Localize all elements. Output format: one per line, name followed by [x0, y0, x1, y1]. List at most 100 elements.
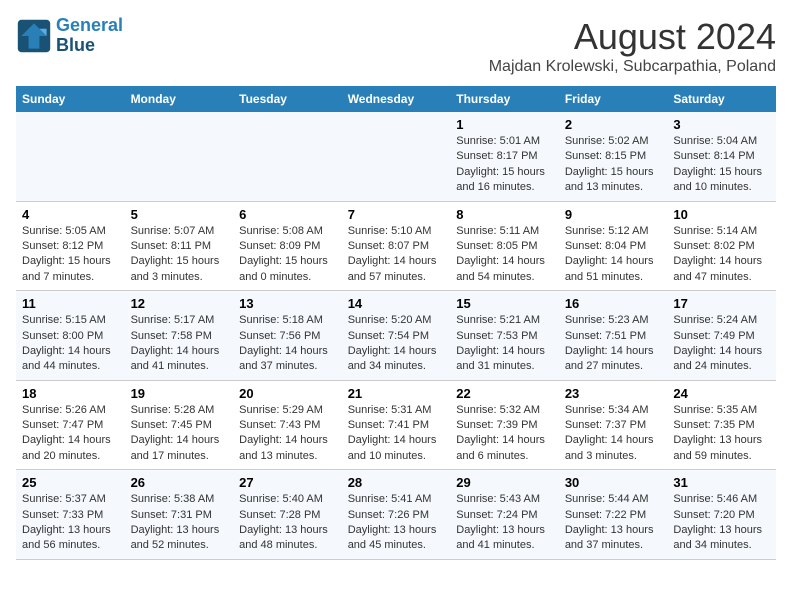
day-number: 25: [22, 475, 119, 490]
day-info: Sunrise: 5:05 AMSunset: 8:12 PMDaylight:…: [22, 224, 119, 286]
page-header: General Blue August 2024 Majdan Krolewsk…: [16, 16, 776, 76]
day-cell: [16, 112, 125, 201]
day-number: 17: [673, 296, 770, 311]
day-cell: 17 Sunrise: 5:24 AMSunset: 7:49 PMDayligh…: [667, 291, 776, 381]
day-cell: 1 Sunrise: 5:01 AMSunset: 8:17 PMDaylight…: [450, 112, 559, 201]
week-row-4: 18 Sunrise: 5:26 AMSunset: 7:47 PMDayligh…: [16, 380, 776, 470]
day-cell: 18 Sunrise: 5:26 AMSunset: 7:47 PMDayligh…: [16, 380, 125, 470]
day-number: 14: [348, 296, 445, 311]
day-cell: 10 Sunrise: 5:14 AMSunset: 8:02 PMDayligh…: [667, 201, 776, 291]
week-row-1: 1 Sunrise: 5:01 AMSunset: 8:17 PMDaylight…: [16, 112, 776, 201]
title-section: August 2024 Majdan Krolewski, Subcarpath…: [489, 16, 776, 76]
day-cell: 11 Sunrise: 5:15 AMSunset: 8:00 PMDayligh…: [16, 291, 125, 381]
day-number: 6: [239, 207, 336, 222]
logo-text: General Blue: [56, 16, 123, 56]
day-number: 4: [22, 207, 119, 222]
header-cell-sunday: Sunday: [16, 86, 125, 112]
day-info: Sunrise: 5:02 AMSunset: 8:15 PMDaylight:…: [565, 134, 662, 196]
day-number: 30: [565, 475, 662, 490]
day-info: Sunrise: 5:34 AMSunset: 7:37 PMDaylight:…: [565, 403, 662, 465]
day-info: Sunrise: 5:15 AMSunset: 8:00 PMDaylight:…: [22, 313, 119, 375]
day-info: Sunrise: 5:18 AMSunset: 7:56 PMDaylight:…: [239, 313, 336, 375]
location-subtitle: Majdan Krolewski, Subcarpathia, Poland: [489, 58, 776, 76]
day-cell: 30Sunrise: 5:44 AMSunset: 7:22 PMDayligh…: [559, 470, 668, 560]
day-info: Sunrise: 5:07 AMSunset: 8:11 PMDaylight:…: [131, 224, 228, 286]
day-number: 5: [131, 207, 228, 222]
day-cell: 14 Sunrise: 5:20 AMSunset: 7:54 PMDayligh…: [342, 291, 451, 381]
day-info: Sunrise: 5:24 AMSunset: 7:49 PMDaylight:…: [673, 313, 770, 375]
day-cell: 27Sunrise: 5:40 AMSunset: 7:28 PMDayligh…: [233, 470, 342, 560]
day-number: 24: [673, 386, 770, 401]
day-cell: 25 Sunrise: 5:37 AMSunset: 7:33 PMDayligh…: [16, 470, 125, 560]
day-info: Sunrise: 5:46 AMSunset: 7:20 PMDaylight:…: [673, 492, 770, 554]
day-number: 3: [673, 117, 770, 132]
day-cell: 31 Sunrise: 5:46 AMSunset: 7:20 PMDayligh…: [667, 470, 776, 560]
day-number: 18: [22, 386, 119, 401]
day-number: 1: [456, 117, 553, 132]
day-info: Sunrise: 5:12 AMSunset: 8:04 PMDaylight:…: [565, 224, 662, 286]
day-cell: 26Sunrise: 5:38 AMSunset: 7:31 PMDayligh…: [125, 470, 234, 560]
day-info: Sunrise: 5:37 AMSunset: 7:33 PMDaylight:…: [22, 492, 119, 554]
day-info: Sunrise: 5:01 AMSunset: 8:17 PMDaylight:…: [456, 134, 553, 196]
calendar-table: SundayMondayTuesdayWednesdayThursdayFrid…: [16, 86, 776, 560]
day-cell: 4 Sunrise: 5:05 AMSunset: 8:12 PMDaylight…: [16, 201, 125, 291]
day-cell: 16 Sunrise: 5:23 AMSunset: 7:51 PMDayligh…: [559, 291, 668, 381]
day-cell: 3 Sunrise: 5:04 AMSunset: 8:14 PMDaylight…: [667, 112, 776, 201]
day-number: 8: [456, 207, 553, 222]
day-number: 22: [456, 386, 553, 401]
calendar-header: SundayMondayTuesdayWednesdayThursdayFrid…: [16, 86, 776, 112]
day-info: Sunrise: 5:20 AMSunset: 7:54 PMDaylight:…: [348, 313, 445, 375]
day-cell: 12 Sunrise: 5:17 AMSunset: 7:58 PMDayligh…: [125, 291, 234, 381]
day-cell: [233, 112, 342, 201]
day-number: 10: [673, 207, 770, 222]
day-info: Sunrise: 5:35 AMSunset: 7:35 PMDaylight:…: [673, 403, 770, 465]
day-number: 31: [673, 475, 770, 490]
day-cell: 22 Sunrise: 5:32 AMSunset: 7:39 PMDayligh…: [450, 380, 559, 470]
day-number: 2: [565, 117, 662, 132]
day-cell: 8 Sunrise: 5:11 AMSunset: 8:05 PMDaylight…: [450, 201, 559, 291]
header-cell-friday: Friday: [559, 86, 668, 112]
day-info: Sunrise: 5:04 AMSunset: 8:14 PMDaylight:…: [673, 134, 770, 196]
day-info: Sunrise: 5:10 AMSunset: 8:07 PMDaylight:…: [348, 224, 445, 286]
day-cell: 5 Sunrise: 5:07 AMSunset: 8:11 PMDaylight…: [125, 201, 234, 291]
day-cell: 23 Sunrise: 5:34 AMSunset: 7:37 PMDayligh…: [559, 380, 668, 470]
day-info: Sunrise: 5:23 AMSunset: 7:51 PMDaylight:…: [565, 313, 662, 375]
week-row-3: 11 Sunrise: 5:15 AMSunset: 8:00 PMDayligh…: [16, 291, 776, 381]
day-number: 27: [239, 475, 336, 490]
day-cell: [342, 112, 451, 201]
day-cell: 24 Sunrise: 5:35 AMSunset: 7:35 PMDayligh…: [667, 380, 776, 470]
day-cell: 21Sunrise: 5:31 AMSunset: 7:41 PMDayligh…: [342, 380, 451, 470]
day-info: Sunrise: 5:11 AMSunset: 8:05 PMDaylight:…: [456, 224, 553, 286]
day-cell: 19Sunrise: 5:28 AMSunset: 7:45 PMDayligh…: [125, 380, 234, 470]
day-info: Sunrise: 5:41 AMSunset: 7:26 PMDaylight:…: [348, 492, 445, 554]
day-number: 13: [239, 296, 336, 311]
calendar-body: 1 Sunrise: 5:01 AMSunset: 8:17 PMDaylight…: [16, 112, 776, 559]
day-cell: 9Sunrise: 5:12 AMSunset: 8:04 PMDaylight…: [559, 201, 668, 291]
day-info: Sunrise: 5:17 AMSunset: 7:58 PMDaylight:…: [131, 313, 228, 375]
day-number: 7: [348, 207, 445, 222]
day-number: 15: [456, 296, 553, 311]
day-info: Sunrise: 5:43 AMSunset: 7:24 PMDaylight:…: [456, 492, 553, 554]
header-cell-monday: Monday: [125, 86, 234, 112]
day-cell: 13 Sunrise: 5:18 AMSunset: 7:56 PMDayligh…: [233, 291, 342, 381]
logo: General Blue: [16, 16, 123, 56]
day-number: 12: [131, 296, 228, 311]
day-cell: 2 Sunrise: 5:02 AMSunset: 8:15 PMDaylight…: [559, 112, 668, 201]
header-row: SundayMondayTuesdayWednesdayThursdayFrid…: [16, 86, 776, 112]
day-number: 16: [565, 296, 662, 311]
header-cell-saturday: Saturday: [667, 86, 776, 112]
day-number: 20: [239, 386, 336, 401]
day-number: 23: [565, 386, 662, 401]
day-cell: 7 Sunrise: 5:10 AMSunset: 8:07 PMDaylight…: [342, 201, 451, 291]
day-info: Sunrise: 5:32 AMSunset: 7:39 PMDaylight:…: [456, 403, 553, 465]
header-cell-thursday: Thursday: [450, 86, 559, 112]
day-number: 11: [22, 296, 119, 311]
day-cell: 29 Sunrise: 5:43 AMSunset: 7:24 PMDayligh…: [450, 470, 559, 560]
day-cell: 28Sunrise: 5:41 AMSunset: 7:26 PMDayligh…: [342, 470, 451, 560]
day-cell: 6Sunrise: 5:08 AMSunset: 8:09 PMDaylight…: [233, 201, 342, 291]
day-info: Sunrise: 5:14 AMSunset: 8:02 PMDaylight:…: [673, 224, 770, 286]
day-number: 19: [131, 386, 228, 401]
day-info: Sunrise: 5:26 AMSunset: 7:47 PMDaylight:…: [22, 403, 119, 465]
day-cell: [125, 112, 234, 201]
day-number: 29: [456, 475, 553, 490]
